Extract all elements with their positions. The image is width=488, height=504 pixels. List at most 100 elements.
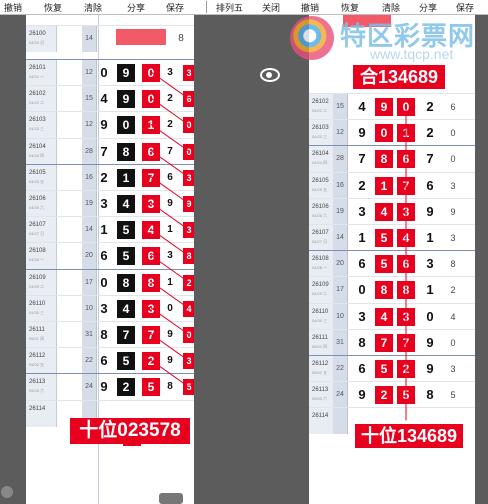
digit-1: 7 [358, 151, 366, 166]
draw-date: 04/26 六 [29, 205, 45, 210]
digit-5-block: 5 [182, 378, 194, 396]
digit-4: 7 [426, 151, 434, 166]
draw-label: 26107 04/27 日 [309, 225, 334, 251]
draw-label: 26111 05/01 四 [309, 330, 334, 356]
sum-cell: 17 [333, 277, 348, 303]
draw-label: 26109 04/29 二 [309, 277, 334, 303]
digit-1: 9 [100, 117, 108, 132]
draw-date: 04/24 四 [312, 160, 328, 165]
draw-number: 26107 [29, 222, 46, 228]
digit-2-block: 1 [375, 177, 393, 195]
table-row: 26111 05/01 四 31 8 7 7 9 0 [309, 329, 475, 356]
draw-number: 26111 [312, 335, 328, 341]
corner-dot-icon [1, 486, 13, 498]
digit-4: 3 [426, 256, 434, 271]
toolbar-withdraw2-button[interactable]: 撤销 [301, 1, 319, 14]
table-row: 26105 04/25 五 16 2 1 7 6 3 [26, 164, 194, 191]
sum-cell: 19 [333, 199, 348, 225]
sum-cell: 22 [333, 356, 348, 382]
digit-5: 8 [450, 259, 456, 269]
summary-banner: 十位023578 [70, 418, 190, 444]
digit-3-block: 3 [397, 308, 415, 326]
right-chart-panel: 合134689 26102 04/22 二 15 4 9 0 2 6 26103 04/23 三 12… [309, 15, 475, 504]
draw-label: 26111 05/01 四 [26, 322, 57, 348]
sum-cell: 24 [333, 382, 348, 408]
draw-date: 05/03 六 [29, 388, 45, 393]
draw-number: 26107 [312, 230, 329, 236]
scroll-handle-icon[interactable] [159, 493, 183, 504]
digit-2-block: 2 [117, 378, 135, 396]
digit-4: 2 [167, 119, 173, 130]
digit-3-block: 2 [142, 352, 160, 370]
digit-1: 9 [358, 125, 366, 140]
draw-label: 26113 05/03 六 [26, 374, 57, 400]
tail-digit: 8 [178, 33, 184, 44]
toolbar-pailie-button[interactable]: 排列五 [216, 1, 243, 14]
toolbar-clear2-button[interactable]: 清除 [382, 1, 400, 14]
digit-3-block: 6 [142, 143, 160, 161]
draw-number: 26105 [29, 170, 46, 176]
digit-2-block: 8 [375, 281, 393, 299]
table-row: 26107 04/27 日 14 1 5 4 1 3 [26, 216, 194, 243]
draw-number: 26103 [312, 125, 329, 131]
digit-4: 7 [167, 146, 173, 157]
draw-number: 26113 [29, 379, 46, 385]
digit-4: 2 [426, 99, 434, 114]
digit-1: 1 [358, 230, 366, 245]
digit-2-block: 4 [117, 300, 135, 318]
draw-number: 26112 [29, 353, 46, 359]
digit-3-block: 1 [142, 116, 160, 134]
toolbar-withdraw-button[interactable]: 撤销 [4, 1, 22, 14]
digit-1: 3 [100, 301, 108, 316]
toolbar-clear-button[interactable]: 清除 [84, 1, 102, 14]
draw-label: 26108 04/28 一 [309, 251, 334, 277]
draw-number: 26106 [29, 196, 46, 202]
digit-4: 2 [426, 125, 434, 140]
table-row: 26110 04/30 三 10 3 4 3 0 4 [26, 295, 194, 322]
digit-4: 9 [426, 204, 434, 219]
table-row: 26111 05/01 四 31 8 7 7 9 0 [26, 321, 194, 348]
toolbar-close-button[interactable]: 关闭 [262, 1, 280, 14]
draw-label: 26113 05/03 六 [309, 382, 334, 408]
toolbar-share2-button[interactable]: 分享 [419, 1, 437, 14]
digit-5: 5 [450, 390, 456, 400]
toolbar-share-button[interactable]: 分享 [127, 1, 145, 14]
digit-5: 4 [450, 312, 456, 322]
digit-1: 4 [100, 91, 108, 106]
digit-3-block: 7 [142, 169, 160, 187]
digit-2-block: 5 [117, 352, 135, 370]
digit-5-block: 3 [182, 221, 194, 239]
digit-5-block: 2 [182, 274, 194, 292]
digit-4: 1 [426, 282, 434, 297]
table-row: 26112 05/02 五 22 6 5 2 9 3 [26, 347, 194, 374]
digit-5-block: 4 [182, 300, 194, 318]
watermark-url: www.tqcp.net [370, 46, 454, 62]
digit-3-block: 4 [142, 221, 160, 239]
draw-label: 26108 04/28 一 [26, 243, 57, 269]
draw-label: 26101 04/21 一 [26, 60, 57, 86]
digit-4: 0 [167, 303, 173, 314]
digit-1: 0 [100, 275, 108, 290]
toolbar: 撤销 恢复 清除 分享 保存 排列五 关闭 撤销 恢复 清除 分享 保存 [0, 0, 488, 15]
summary-banner: 十位134689 [355, 424, 463, 448]
draw-number: 26100 [29, 31, 46, 37]
toolbar-save-button[interactable]: 保存 [166, 1, 184, 14]
digit-1: 3 [358, 204, 366, 219]
digit-2-block: 8 [375, 150, 393, 168]
table-row: 26106 04/26 六 19 3 4 3 9 9 [309, 198, 475, 225]
sum-cell: 20 [333, 251, 348, 277]
draw-number: 26111 [29, 327, 45, 333]
draw-date: 04/25 五 [29, 179, 45, 184]
toolbar-restore-button[interactable]: 恢复 [44, 1, 62, 14]
toolbar-save2-button[interactable]: 保存 [456, 1, 474, 14]
draw-date: 05/02 五 [312, 370, 328, 375]
digit-4: 6 [167, 172, 173, 183]
digit-2-block: 9 [375, 98, 393, 116]
toolbar-restore2-button[interactable]: 恢复 [341, 1, 359, 14]
digit-3-block: 7 [397, 177, 415, 195]
digit-2-block: 9 [117, 64, 135, 82]
draw-date: 04/21 一 [29, 74, 45, 79]
draw-label: 26104 04/24 四 [309, 146, 334, 172]
digit-5: 0 [450, 128, 456, 138]
sum-cell: 14 [82, 26, 97, 52]
